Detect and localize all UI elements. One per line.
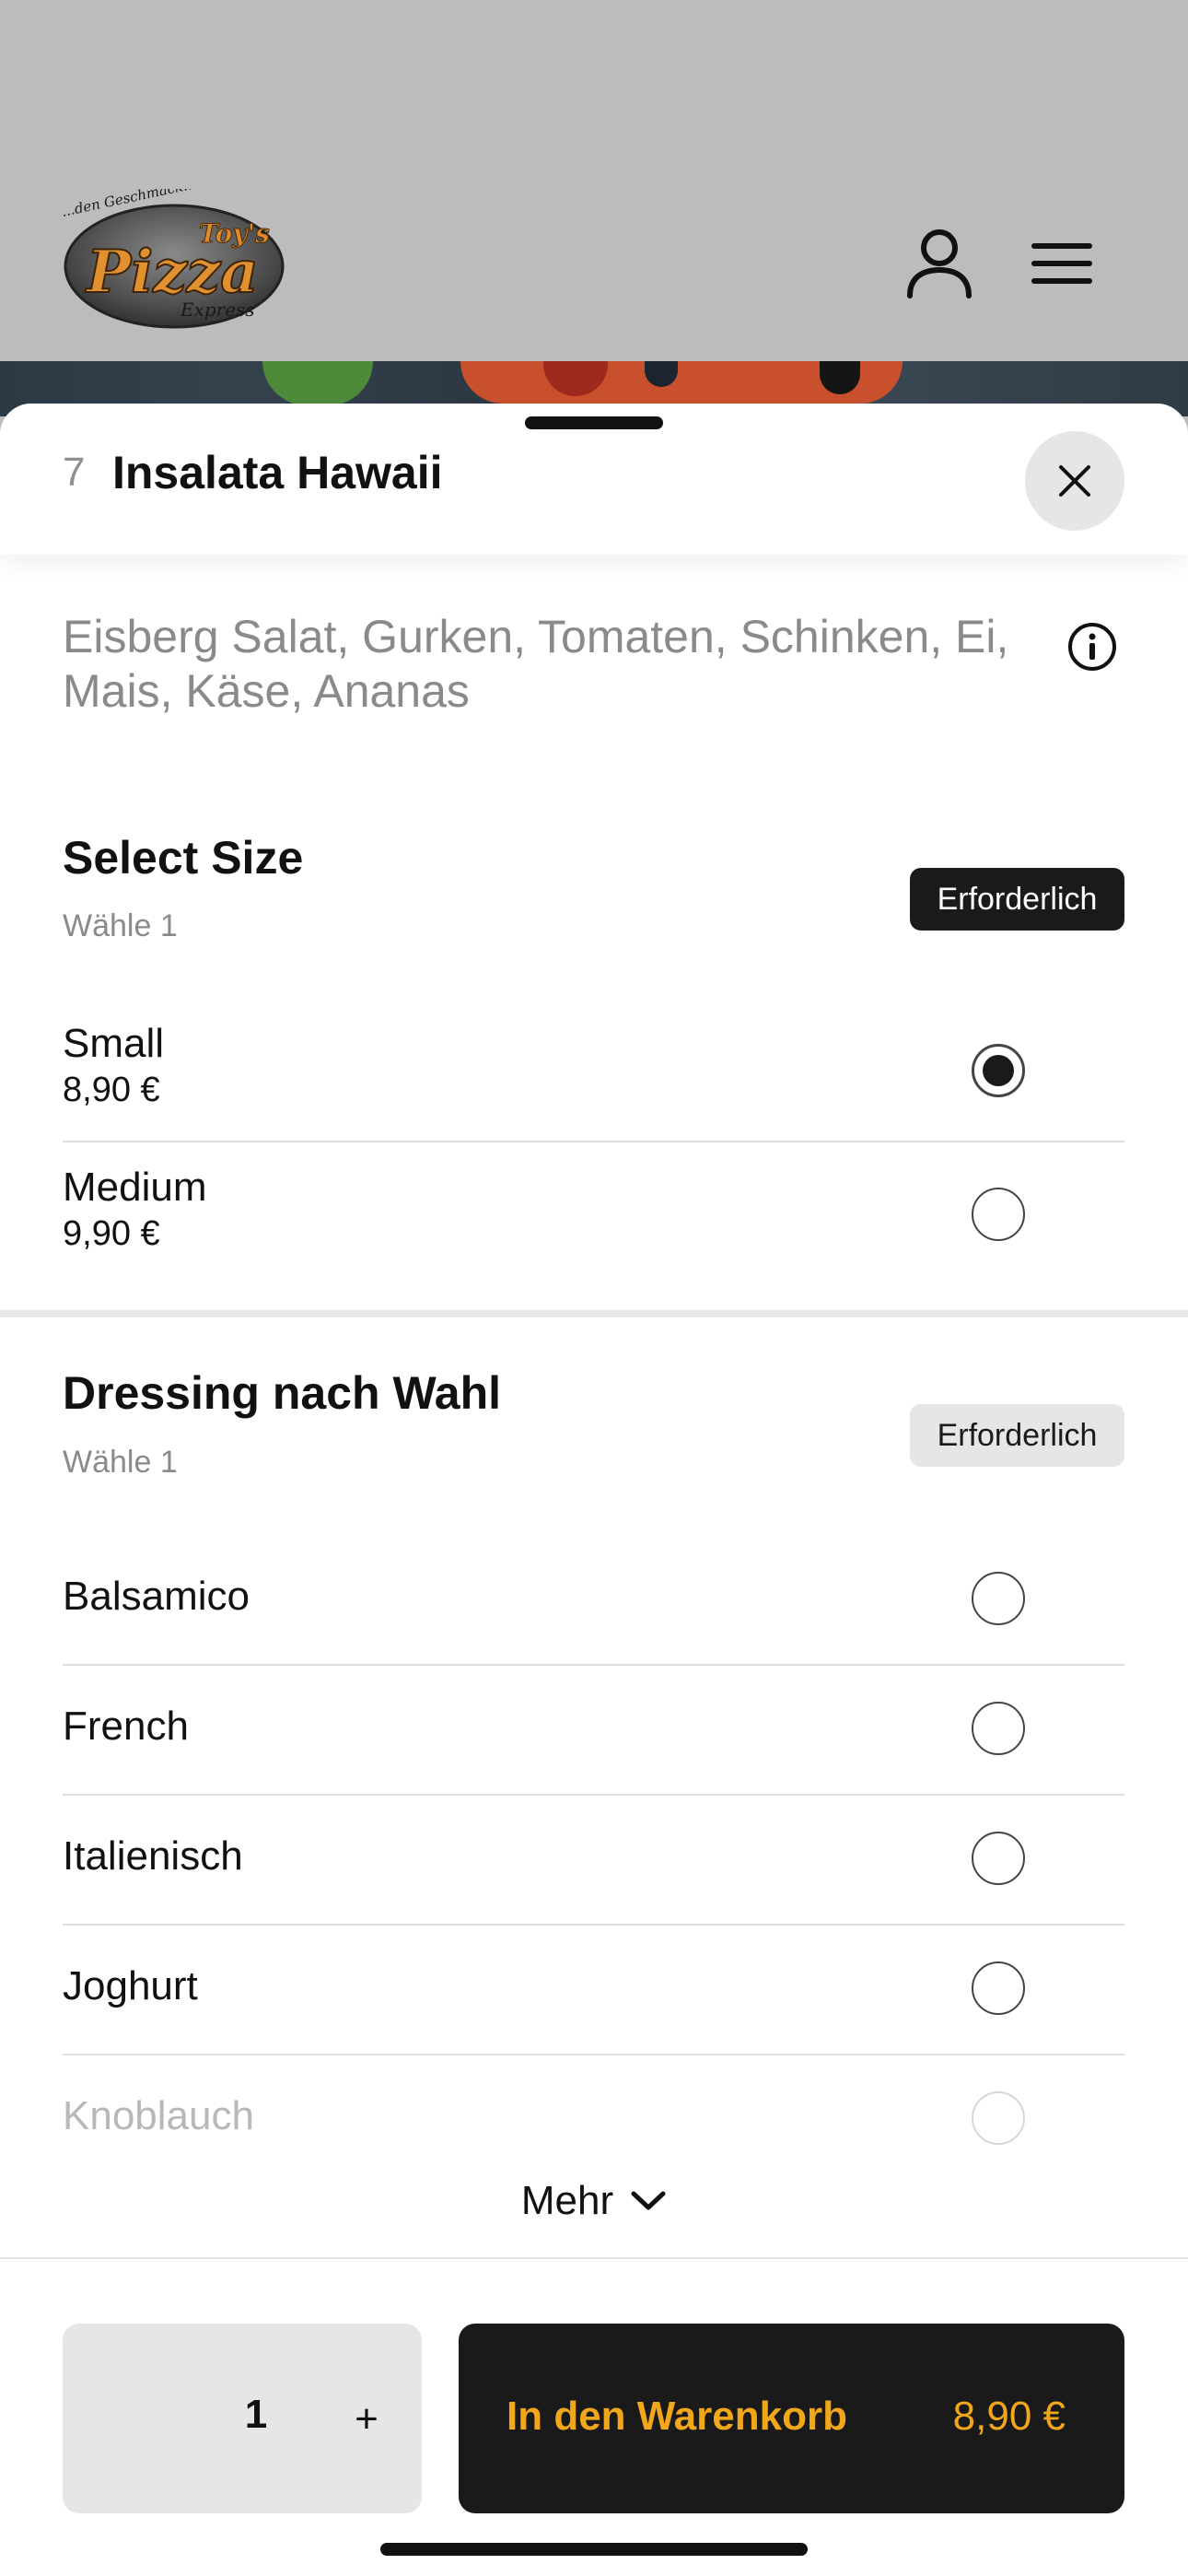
radio-button-selected[interactable] bbox=[972, 1044, 1025, 1097]
item-number: 7 bbox=[63, 450, 86, 495]
divider bbox=[63, 1924, 1124, 1926]
dressing-option-knoblauch[interactable]: Knoblauch bbox=[63, 2093, 1124, 2145]
size-option-small[interactable]: Small 8,90 € bbox=[63, 1021, 1124, 1111]
radio-button[interactable] bbox=[972, 1832, 1025, 1885]
divider bbox=[63, 1794, 1124, 1796]
option-name: Balsamico bbox=[63, 1574, 250, 1619]
increment-button[interactable]: + bbox=[330, 2383, 403, 2456]
dressing-section-subtitle: Wähle 1 bbox=[63, 1445, 178, 1480]
info-icon[interactable] bbox=[1066, 621, 1118, 673]
option-price: 9,90 € bbox=[63, 1214, 160, 1253]
add-to-cart-label: In den Warenkorb bbox=[507, 2394, 847, 2439]
close-button[interactable] bbox=[1025, 431, 1124, 531]
divider bbox=[63, 1141, 1124, 1142]
option-name: Italienisch bbox=[63, 1833, 243, 1879]
sheet-grabber[interactable] bbox=[525, 416, 663, 429]
option-name: Medium bbox=[63, 1165, 207, 1210]
sheet-title-bar: 7 Insalata Hawaii bbox=[0, 404, 1188, 555]
radio-button[interactable] bbox=[972, 1961, 1025, 2015]
size-section-title: Select Size bbox=[63, 832, 304, 884]
option-name: Joghurt bbox=[63, 1963, 198, 2008]
home-indicator bbox=[380, 2543, 808, 2556]
add-to-cart-button[interactable]: In den Warenkorb 8,90 € bbox=[459, 2324, 1124, 2513]
radio-button[interactable] bbox=[972, 1572, 1025, 1625]
size-section-subtitle: Wähle 1 bbox=[63, 908, 178, 943]
dressing-option-joghurt[interactable]: Joghurt bbox=[63, 1963, 1124, 2015]
dressing-section-title: Dressing nach Wahl bbox=[63, 1367, 502, 1419]
chevron-down-icon bbox=[631, 2191, 666, 2210]
logo-name-sub: Express bbox=[180, 299, 255, 321]
option-price: 8,90 € bbox=[63, 1071, 160, 1109]
required-badge-size: Erforderlich bbox=[910, 868, 1124, 931]
radio-button[interactable] bbox=[972, 2091, 1025, 2145]
show-more-button[interactable]: Mehr bbox=[479, 2169, 709, 2233]
hamburger-menu-icon[interactable] bbox=[1028, 238, 1096, 289]
item-title: Insalata Hawaii bbox=[112, 447, 443, 498]
quantity-value: 1 bbox=[244, 2392, 268, 2437]
dressing-option-french[interactable]: French bbox=[63, 1704, 1124, 1755]
dressing-option-italienisch[interactable]: Italienisch bbox=[63, 1833, 1124, 1885]
dressing-option-balsamico[interactable]: Balsamico bbox=[63, 1574, 1124, 1625]
option-name: Small bbox=[63, 1021, 165, 1066]
option-name: French bbox=[63, 1704, 189, 1749]
radio-button[interactable] bbox=[972, 1188, 1025, 1241]
section-separator bbox=[0, 1310, 1188, 1317]
product-sheet: 7 Insalata Hawaii Eisberg Salat, Gurken,… bbox=[0, 404, 1188, 2576]
show-more-label: Mehr bbox=[520, 2178, 614, 2223]
option-name: Knoblauch bbox=[63, 2093, 254, 2138]
logo-name-main: Pizza bbox=[85, 238, 259, 307]
divider bbox=[63, 1664, 1124, 1666]
item-description: Eisberg Salat, Gurken, Tomaten, Schinken… bbox=[63, 611, 1009, 717]
radio-button[interactable] bbox=[972, 1702, 1025, 1755]
divider bbox=[63, 2054, 1124, 2055]
quantity-stepper: 1 + bbox=[63, 2324, 422, 2513]
close-icon bbox=[1059, 465, 1090, 497]
toys-pizza-logo[interactable]: ...den Geschmack... Toy's Pizza Express bbox=[61, 189, 287, 333]
required-badge-dressing: Erforderlich bbox=[910, 1404, 1124, 1467]
user-icon[interactable] bbox=[903, 226, 976, 299]
add-to-cart-price: 8,90 € bbox=[952, 2394, 1066, 2439]
footer-divider bbox=[0, 2257, 1188, 2259]
size-option-medium[interactable]: Medium 9,90 € bbox=[63, 1165, 1124, 1255]
